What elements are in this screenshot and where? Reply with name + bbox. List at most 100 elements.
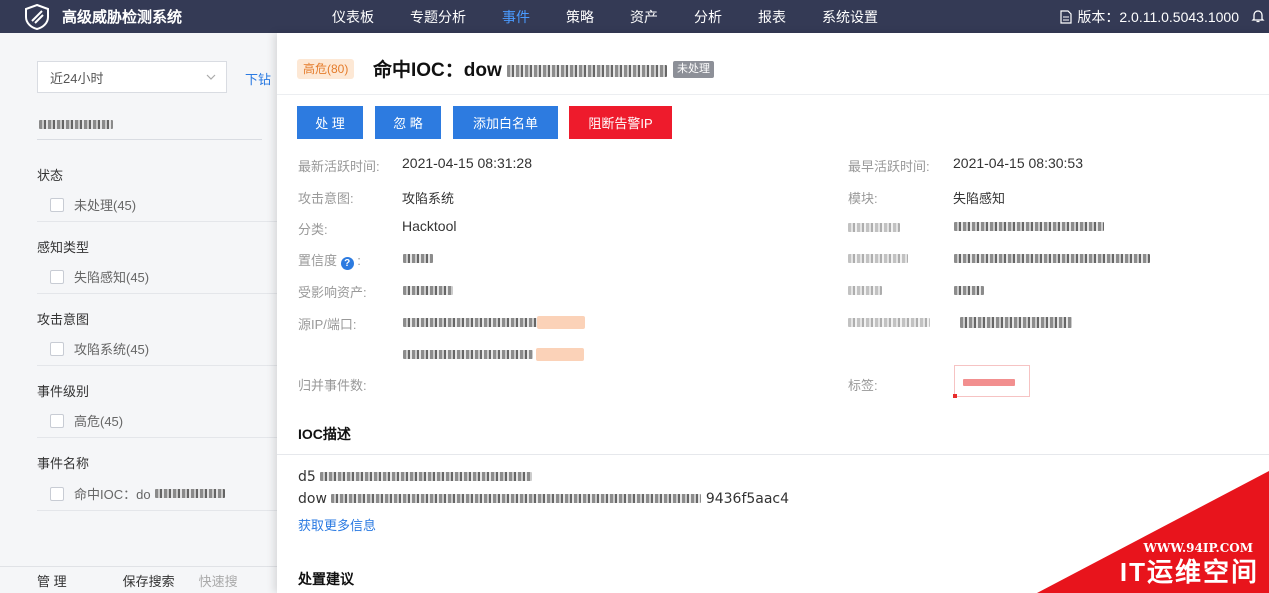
category-value: Hacktool <box>402 218 457 234</box>
version-info: 版本：2.0.11.0.5043.1000 <box>1060 0 1239 33</box>
ioc-hash-prefix: d5 <box>298 469 316 485</box>
facet-option-high[interactable]: 高危(45) <box>50 411 123 430</box>
facet-option-label: 未处理(45) <box>74 198 137 213</box>
block-ip-button[interactable]: 阻断告警IP <box>569 106 672 139</box>
checkbox[interactable] <box>50 486 64 501</box>
tag-marker <box>953 394 957 398</box>
facet-title-status: 状态 <box>37 168 64 183</box>
handle-button[interactable]: 处 理 <box>297 106 363 139</box>
nav-topic-analysis[interactable]: 专题分析 <box>410 7 466 27</box>
nav-dashboard[interactable]: 仪表板 <box>332 7 374 27</box>
top-nav-bar: 高级威胁检测系统 仪表板 专题分析 事件 策略 资产 分析 报表 系统设置 版本… <box>0 0 1269 33</box>
help-icon[interactable]: ? <box>340 257 354 270</box>
time-range-value: 近24小时 <box>50 70 104 86</box>
redacted-field-label <box>848 254 908 263</box>
shield-logo-icon <box>25 3 49 30</box>
ioc-url-prefix: dow <box>298 491 327 507</box>
tag-box[interactable] <box>953 365 1030 398</box>
divider <box>277 454 1269 455</box>
redacted-field-value <box>960 317 1072 328</box>
drill-down-link[interactable]: 下钻 <box>245 69 278 88</box>
advice-section-title: 处置建议 <box>298 571 354 587</box>
redacted-confidence <box>403 254 433 263</box>
redacted-field-value <box>954 286 984 295</box>
checkbox[interactable] <box>50 341 64 356</box>
intent-label: 攻击意图: <box>298 191 354 206</box>
severity-badge: 高危(80) <box>297 59 355 79</box>
divider <box>37 221 277 222</box>
facet-option-ioc-hit[interactable]: 命中IOC：do <box>50 484 225 503</box>
ioc-hash-line: d5 <box>298 469 533 485</box>
divider <box>37 437 277 438</box>
redacted-field-label <box>848 318 930 327</box>
facet-title-sense-type: 感知类型 <box>37 240 90 255</box>
event-title-text: 命中IOC：dow <box>373 60 502 81</box>
latest-active-label: 最新活跃时间: <box>298 159 380 174</box>
facet-option-label: 命中IOC：do <box>74 487 151 502</box>
redacted-field-label <box>848 223 900 232</box>
quick-search-button[interactable]: 快速搜 <box>199 571 238 590</box>
watermark-text: IT运维空间 <box>1119 557 1259 587</box>
source-ip-label: 源IP/端口: <box>298 317 357 332</box>
ioc-url-suffix: 9436f5aac4 <box>705 491 790 507</box>
redacted-search-value <box>39 120 113 129</box>
chevron-down-icon <box>206 74 216 80</box>
category-label: 分类: <box>298 222 328 237</box>
redacted-ioc-domain <box>507 64 668 77</box>
facet-title-event-name: 事件名称 <box>37 456 90 471</box>
bell-icon[interactable] <box>1251 9 1265 23</box>
main-nav: 仪表板 专题分析 事件 策略 资产 分析 报表 系统设置 <box>332 7 914 27</box>
nav-assets[interactable]: 资产 <box>630 7 658 27</box>
divider <box>37 293 277 294</box>
divider <box>37 510 277 511</box>
nav-policies[interactable]: 策略 <box>566 7 594 27</box>
facet-option-compromise[interactable]: 失陷感知(45) <box>50 267 149 286</box>
app-logo[interactable]: 高级威胁检测系统 <box>0 3 300 30</box>
time-range-select[interactable]: 近24小时 <box>37 61 227 93</box>
facet-option-label: 高危(45) <box>74 414 124 429</box>
document-icon <box>1060 9 1072 24</box>
save-search-button[interactable]: 保存搜索 <box>123 571 175 590</box>
confidence-label: 置信度 ? : <box>298 253 361 270</box>
ip-tag-chip <box>537 316 585 329</box>
redacted-field-value <box>954 254 1150 263</box>
nav-events[interactable]: 事件 <box>502 7 530 27</box>
facet-title-level: 事件级别 <box>37 384 90 399</box>
confidence-label-text: 置信度 <box>298 253 338 268</box>
facet-title-intent: 攻击意图 <box>37 312 90 327</box>
checkbox[interactable] <box>50 413 64 428</box>
nav-analysis[interactable]: 分析 <box>694 7 722 27</box>
ioc-section-title: IOC描述 <box>298 426 351 442</box>
ioc-url-line: dow 9436f5aac4 <box>298 491 789 507</box>
filter-panel: 近24小时 下钻 状态 未处理(45) 感知类型 失陷感知(45) 攻击意图 攻… <box>0 33 278 593</box>
bottom-actions: 管 理 保存搜索 快速搜 <box>0 566 278 593</box>
module-value: 失陷感知 <box>953 191 1006 206</box>
nav-system-settings[interactable]: 系统设置 <box>822 7 878 27</box>
checkbox[interactable] <box>50 197 64 212</box>
manage-button[interactable]: 管 理 <box>37 571 67 590</box>
redacted-tag <box>963 379 1015 386</box>
tags-label: 标签: <box>848 378 878 393</box>
facet-option-compromise-system[interactable]: 攻陷系统(45) <box>50 339 149 358</box>
intent-value: 攻陷系统 <box>402 191 455 206</box>
nav-reports[interactable]: 报表 <box>758 7 786 27</box>
redacted-source-ip-2 <box>403 350 533 359</box>
affected-asset-label: 受影响资产: <box>298 285 367 300</box>
checkbox[interactable] <box>50 269 64 284</box>
divider <box>37 365 277 366</box>
module-label: 模块: <box>848 191 878 206</box>
drawer-header: 高危(80) 命中IOC：dow 未处理 <box>277 33 1269 95</box>
app-title: 高级威胁检测系统 <box>62 9 183 26</box>
more-info-link[interactable]: 获取更多信息 <box>298 515 376 534</box>
redacted-facet-value <box>154 489 225 498</box>
redacted-field-value <box>954 222 1104 231</box>
add-whitelist-button[interactable]: 添加白名单 <box>453 106 558 139</box>
earliest-active-value: 2021-04-15 08:30:53 <box>953 155 1083 171</box>
redacted-field-label <box>848 286 882 295</box>
search-input[interactable] <box>37 108 262 140</box>
redacted-hash <box>320 472 533 481</box>
ignore-button[interactable]: 忽 略 <box>375 106 441 139</box>
redacted-url <box>331 494 702 503</box>
facet-option-unprocessed[interactable]: 未处理(45) <box>50 195 136 214</box>
latest-active-value: 2021-04-15 08:31:28 <box>402 155 532 171</box>
